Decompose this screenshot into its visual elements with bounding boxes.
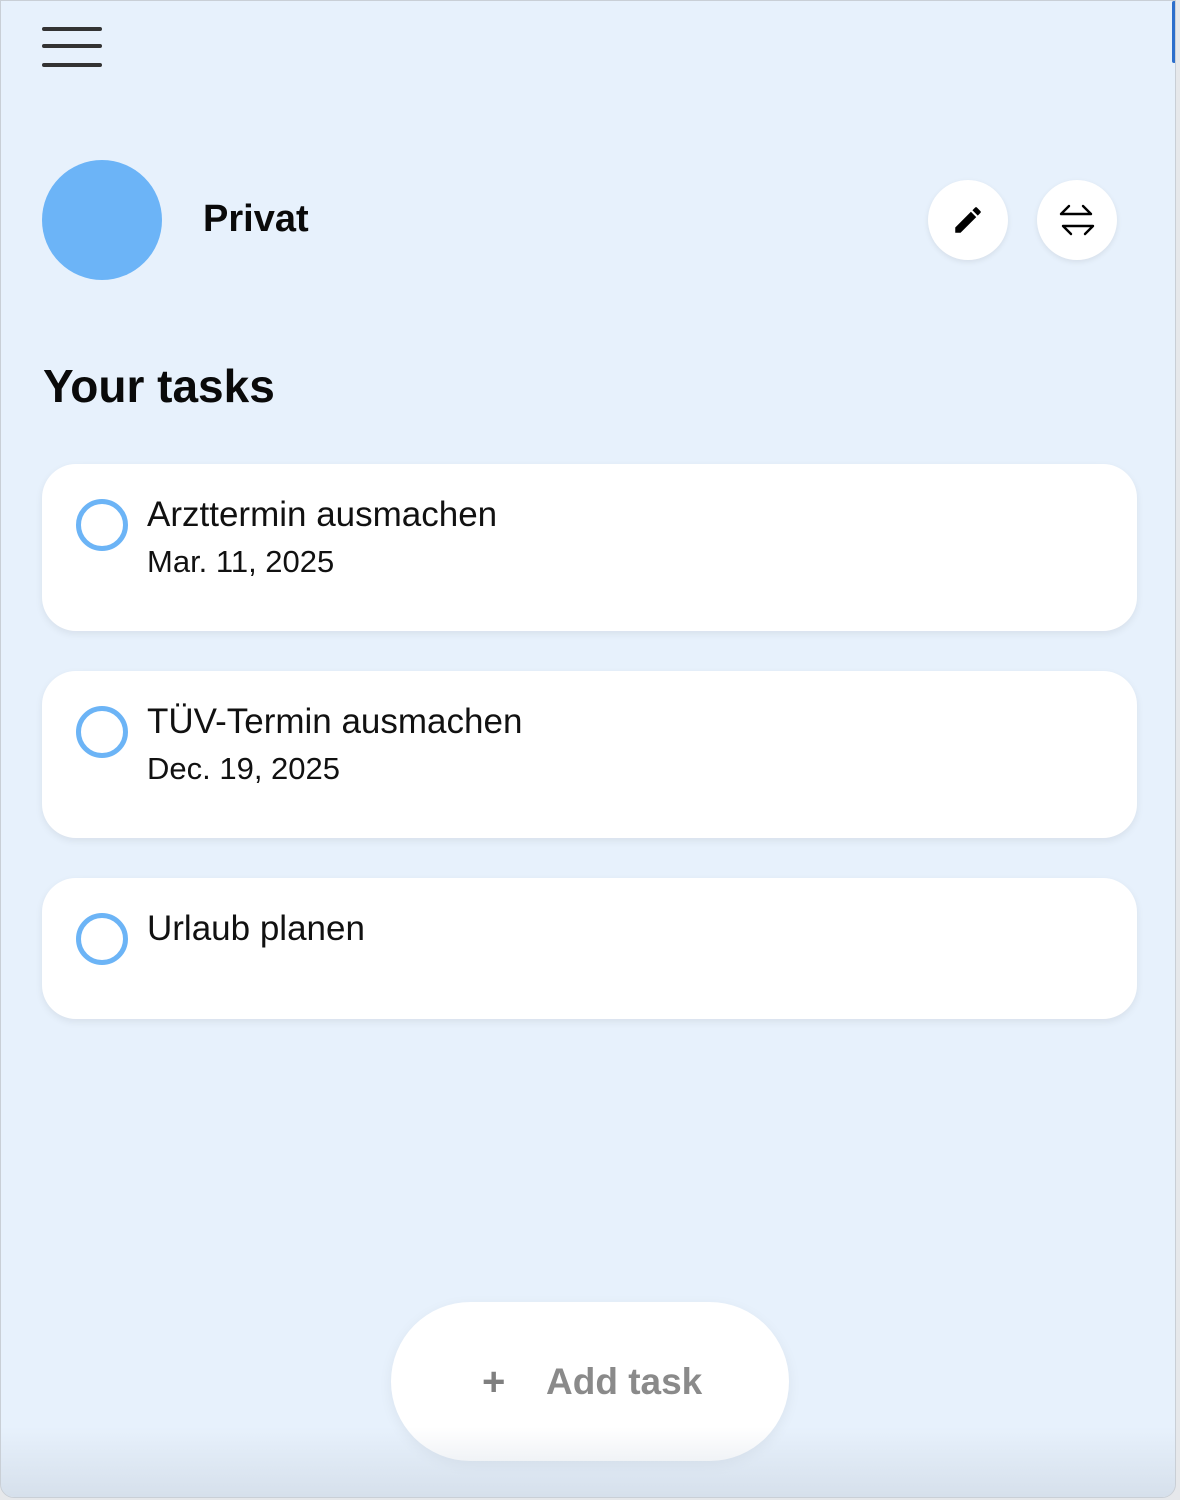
menu-line: [42, 63, 102, 67]
list-avatar: [42, 160, 162, 280]
list-name: Privat: [203, 198, 309, 240]
task-card[interactable]: Urlaub planen: [42, 878, 1137, 1019]
menu-line: [42, 44, 102, 48]
hamburger-menu-icon[interactable]: [41, 25, 103, 71]
pencil-icon: [955, 207, 981, 233]
task-title: Urlaub planen: [147, 909, 365, 948]
menu-line: [42, 27, 102, 31]
task-title: TÜV-Termin ausmachen: [147, 702, 523, 741]
swap-arrows-icon: [1059, 204, 1095, 236]
task-checkbox[interactable]: [76, 499, 128, 551]
window-edge-accent: [1172, 1, 1175, 63]
task-checkbox[interactable]: [76, 913, 128, 965]
task-due-date: Dec. 19, 2025: [147, 751, 341, 786]
add-task-label: Add task: [546, 1361, 703, 1402]
section-title: Your tasks: [43, 360, 275, 412]
task-due-date: Mar. 11, 2025: [147, 544, 335, 579]
switch-list-button[interactable]: [1037, 180, 1117, 260]
edit-list-button[interactable]: [928, 180, 1008, 260]
task-title: Arzttermin ausmachen: [147, 495, 498, 534]
task-card[interactable]: TÜV-Termin ausmachen Dec. 19, 2025: [42, 671, 1137, 838]
add-task-button[interactable]: + Add task: [391, 1302, 789, 1461]
plus-icon: +: [482, 1360, 506, 1404]
task-card[interactable]: Arzttermin ausmachen Mar. 11, 2025: [42, 464, 1137, 631]
app-window: Privat Your tasks Arzttermin ausmachen M…: [0, 0, 1176, 1498]
task-checkbox[interactable]: [76, 706, 128, 758]
